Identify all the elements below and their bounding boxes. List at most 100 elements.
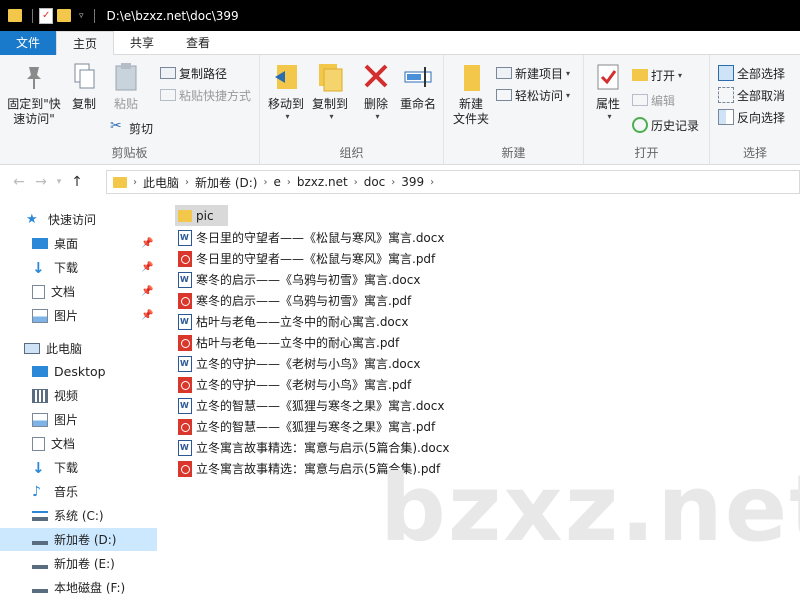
new-folder-icon[interactable] <box>57 9 71 22</box>
copy-button[interactable]: 复制 <box>66 61 102 112</box>
sidebar-item-desktop[interactable]: 桌面 📌 <box>0 232 157 255</box>
download-icon: ↓ <box>32 258 45 277</box>
drive-icon <box>32 583 48 593</box>
address-bar[interactable]: › 此电脑 › 新加卷 (D:) › e › bzxz.net › doc › … <box>106 170 800 194</box>
cut-button[interactable]: ✂ 剪切 <box>110 118 153 138</box>
breadcrumb-e[interactable]: e <box>267 175 286 189</box>
breadcrumb-this-pc[interactable]: 此电脑 <box>137 174 185 191</box>
word-document-icon <box>178 271 192 288</box>
open-button[interactable]: 打开 ▾ <box>632 65 682 85</box>
sidebar-item-pictures[interactable]: 图片 📌 <box>0 304 157 327</box>
pin-icon[interactable]: 📌 <box>141 262 153 273</box>
sidebar-item-videos[interactable]: 视频 <box>0 384 157 407</box>
sidebar-item-documents-2[interactable]: 文档 <box>0 432 157 455</box>
pin-icon[interactable]: 📌 <box>141 286 153 297</box>
list-item[interactable]: 寒冬的启示——《乌鸦与初雪》寓言.docx <box>175 269 420 290</box>
pin-to-quick-access-button[interactable]: 固定到"快速访问" <box>4 61 64 127</box>
paste-icon <box>111 61 141 93</box>
sidebar-item-pictures-2[interactable]: 图片 <box>0 408 157 431</box>
pdf-icon <box>178 334 192 351</box>
recent-dropdown-icon[interactable]: ▾ <box>52 177 66 187</box>
easy-access-icon <box>496 89 512 101</box>
open-folder-icon <box>632 69 648 81</box>
sidebar-item-desktop-2[interactable]: Desktop <box>0 360 157 383</box>
paste-button[interactable]: 粘贴 <box>108 61 144 112</box>
sidebar-item-documents[interactable]: 文档 📌 <box>0 280 157 303</box>
delete-button[interactable]: 删除 ▾ <box>358 61 394 121</box>
new-folder-button[interactable]: 新建 文件夹 <box>450 61 492 127</box>
breadcrumb-399[interactable]: 399 <box>395 175 430 189</box>
delete-x-icon <box>361 61 391 93</box>
new-item-icon <box>496 67 512 79</box>
word-document-icon <box>178 355 192 372</box>
tab-share[interactable]: 共享 <box>114 31 170 55</box>
pin-icon[interactable]: 📌 <box>141 238 153 249</box>
pdf-icon <box>178 292 192 309</box>
properties-check-icon[interactable]: ✓ <box>39 7 53 24</box>
document-icon <box>32 284 45 299</box>
paste-shortcut-icon <box>160 89 176 101</box>
select-none-button[interactable]: 全部取消 <box>718 85 785 105</box>
sidebar-item-drive-e[interactable]: 新加卷 (E:) <box>0 552 157 575</box>
sidebar-item-this-pc[interactable]: 此电脑 <box>0 337 157 360</box>
breadcrumb-doc[interactable]: doc <box>358 175 392 189</box>
toolbar-separator <box>93 8 95 23</box>
invert-selection-button[interactable]: 反向选择 <box>718 107 785 127</box>
open-group: 属性 ▾ 打开 ▾ 编辑 历史记录 打开 <box>584 55 710 165</box>
move-to-button[interactable]: 移动到 ▾ <box>264 61 308 121</box>
desktop-icon <box>32 366 48 377</box>
sidebar-item-drive-c[interactable]: 系统 (C:) <box>0 504 157 527</box>
picture-icon <box>32 412 48 427</box>
properties-button[interactable]: 属性 ▾ <box>590 61 626 121</box>
list-item[interactable]: 枯叶与老龟——立冬中的耐心寓言.pdf <box>175 332 399 353</box>
sidebar-item-music[interactable]: ♪ 音乐 <box>0 480 157 503</box>
invert-selection-icon <box>718 109 734 125</box>
new-item-button[interactable]: 新建项目 ▾ <box>496 63 570 83</box>
breadcrumb-bzxz[interactable]: bzxz.net <box>291 175 354 189</box>
copy-to-icon <box>315 61 345 93</box>
list-item[interactable]: 寒冬的启示——《乌鸦与初雪》寓言.pdf <box>175 290 411 311</box>
word-document-icon <box>178 313 192 330</box>
sidebar-item-drive-f[interactable]: 本地磁盘 (F:) <box>0 576 157 599</box>
copy-to-button[interactable]: 复制到 ▾ <box>308 61 352 121</box>
list-item[interactable]: 立冬的守护——《老树与小鸟》寓言.pdf <box>175 374 411 395</box>
video-icon <box>32 388 48 403</box>
tab-home[interactable]: 主页 <box>56 31 115 56</box>
rename-button[interactable]: 重命名 <box>396 61 440 112</box>
list-item[interactable]: 立冬的智慧——《狐狸与寒冬之果》寓言.docx <box>175 395 444 416</box>
list-item[interactable]: pic <box>175 205 228 226</box>
pin-icon <box>19 61 49 93</box>
sidebar-item-drive-d[interactable]: 新加卷 (D:) <box>0 528 157 551</box>
pdf-icon <box>178 460 192 477</box>
copy-path-button[interactable]: 复制路径 <box>160 63 227 83</box>
select-all-button[interactable]: 全部选择 <box>718 63 785 83</box>
pin-icon[interactable]: 📌 <box>141 310 153 321</box>
up-arrow-icon[interactable]: ↑ <box>66 174 88 190</box>
list-item[interactable]: 枯叶与老龟——立冬中的耐心寓言.docx <box>175 311 408 332</box>
easy-access-dropdown-icon: ▾ <box>566 90 571 100</box>
forward-arrow-icon[interactable]: → <box>30 174 52 190</box>
sidebar-item-downloads-2[interactable]: ↓ 下载 <box>0 456 157 479</box>
drive-icon <box>32 559 48 569</box>
breadcrumb-drive-d[interactable]: 新加卷 (D:) <box>189 174 263 191</box>
properties-check-icon <box>593 61 623 93</box>
list-item[interactable]: 立冬的智慧——《狐狸与寒冬之果》寓言.pdf <box>175 416 435 437</box>
back-arrow-icon[interactable]: ← <box>8 174 30 190</box>
tab-file[interactable]: 文件 <box>0 31 56 55</box>
list-item[interactable]: 冬日里的守望者——《松鼠与寒风》寓言.docx <box>175 227 444 248</box>
new-folder-icon <box>456 61 486 93</box>
quick-access-dropdown-icon[interactable]: ▿ <box>79 11 84 21</box>
sidebar-item-quick-access[interactable]: ★ 快速访问 <box>0 208 157 231</box>
tab-view[interactable]: 查看 <box>170 31 226 55</box>
edit-button[interactable]: 编辑 <box>632 90 675 110</box>
list-item[interactable]: 立冬的守护——《老树与小鸟》寓言.docx <box>175 353 420 374</box>
paste-shortcut-button[interactable]: 粘贴快捷方式 <box>160 85 251 105</box>
copy-to-dropdown-icon: ▾ <box>329 112 334 121</box>
easy-access-button[interactable]: 轻松访问 ▾ <box>496 85 570 105</box>
list-item[interactable]: 冬日里的守望者——《松鼠与寒风》寓言.pdf <box>175 248 435 269</box>
word-document-icon <box>178 229 192 246</box>
drive-icon <box>32 535 48 545</box>
history-button[interactable]: 历史记录 <box>632 115 699 135</box>
sidebar-item-downloads[interactable]: ↓ 下载 📌 <box>0 256 157 279</box>
chevron-right-icon[interactable]: › <box>430 177 434 188</box>
